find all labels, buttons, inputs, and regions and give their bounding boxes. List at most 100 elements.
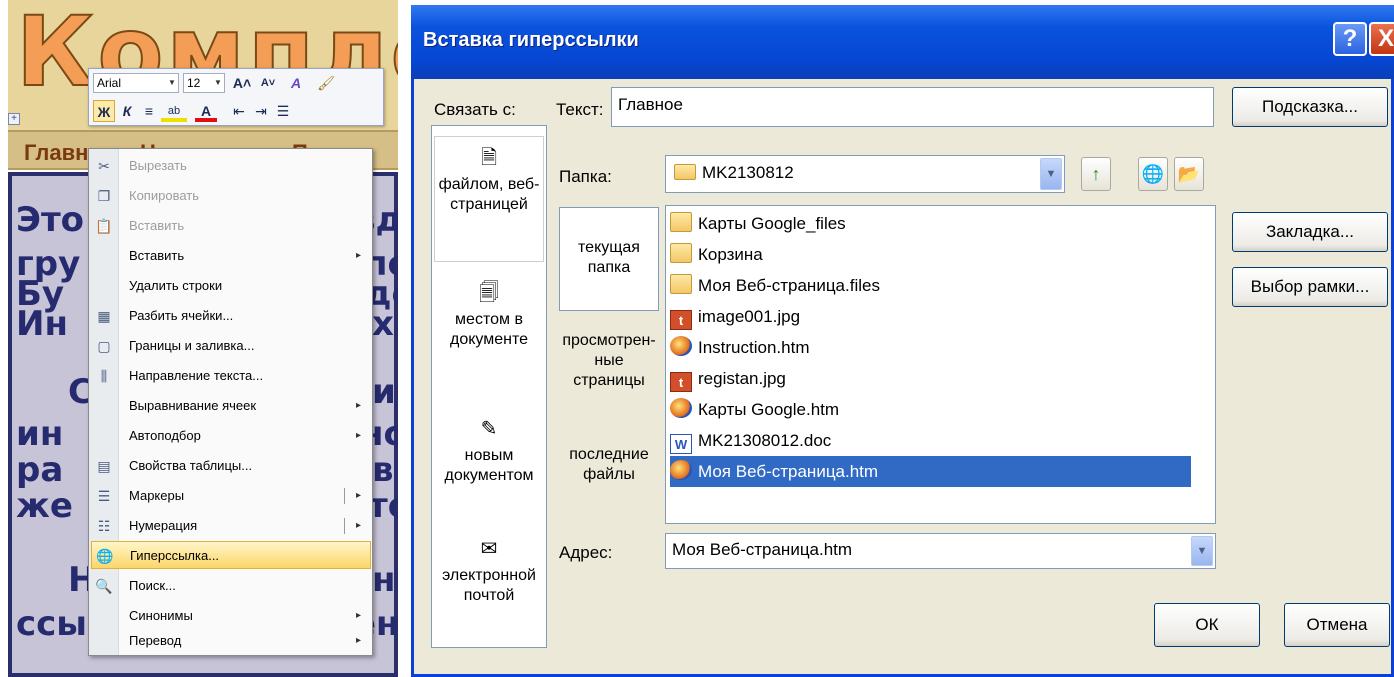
menu-item-label: Копировать [129,188,199,203]
format-painter-icon[interactable]: 🖌 [315,72,337,94]
shrink-font-button[interactable]: A˅ [257,72,279,94]
place-existing-file[interactable]: 🗎 файлом, веб-страницей [434,136,544,262]
current-folder-tab[interactable]: текущая папка [559,207,659,311]
insert-hyperlink-dialog: Вставка гиперссылки ? X Связать с: Текст… [411,5,1394,677]
image-file-icon: t [670,372,692,392]
font-size-combo[interactable]: 12 ▼ [183,73,225,93]
mini-toolbar: Arial ▼ 12 ▼ A˄ A˅ A 🖌 Ж К ≡ ab A ⇤ ⇥ ☰ [88,68,384,126]
place-in-document-icon: 🗐 [479,282,499,304]
list-item[interactable]: Карты Google_files [670,208,1191,239]
list-item[interactable]: Instruction.htm [670,332,1191,363]
address-combo[interactable]: Моя Веб-страница.htm ▼ [665,533,1216,569]
bullets-button[interactable]: ☰ [273,100,293,122]
chevron-down-icon[interactable]: ▼ [1191,536,1213,566]
title-bar[interactable]: Вставка гиперссылки ? X [411,5,1394,79]
place-in-document[interactable]: 🗐 местом в документе [434,280,544,380]
list-item[interactable]: t image001.jpg [670,301,1191,332]
address-label: Адрес: [559,543,613,562]
cancel-button[interactable]: Отмена [1284,603,1390,647]
folder-label: Папка: [559,167,612,186]
menu-item-translate[interactable]: Перевод ▸ [91,627,371,655]
target-frame-button[interactable]: Выбор рамки... [1232,267,1388,307]
folder-combo[interactable]: MK2130812 ▼ [665,155,1065,193]
menu-item-label: Автоподбор [129,428,201,443]
doc-text: же [16,486,73,526]
font-color-button[interactable]: A [195,100,217,122]
menu-item-label: Разбить ячейки... [129,308,234,323]
menu-item-label: Направление текста... [129,368,264,383]
menu-item-borders-shading[interactable]: ▢ Границы и заливка... [91,332,371,360]
highlight-button[interactable]: ab [161,100,187,122]
firefox-icon [670,460,692,480]
place-new-document[interactable]: ✎ новым документом [434,416,544,516]
menu-item-copy[interactable]: ❐ Копировать [91,182,371,210]
menu-item-hyperlink[interactable]: 🌐 Гиперссылка... [91,541,371,569]
file-name: registan.jpg [698,369,786,388]
list-item[interactable]: W MK21308012.doc [670,425,1191,456]
list-item-selected[interactable]: Моя Веб-страница.htm [670,456,1191,487]
menu-item-table-properties[interactable]: ▤ Свойства таблицы... [91,452,371,480]
list-item[interactable]: Карты Google.htm [670,394,1191,425]
text-to-display-label: Текст: [556,100,604,119]
browsed-pages-tab[interactable]: просмотрен-ные страницы [559,331,659,401]
increase-indent-button[interactable]: ⇥ [251,100,271,122]
menu-item-label: Выравнивание ячеек [129,398,257,413]
menu-item-delete-rows[interactable]: Удалить строки [91,272,371,300]
menu-item-cell-alignment[interactable]: Выравнивание ячеек ▸ [91,392,371,420]
menu-item-text-direction[interactable]: ⫼ Направление текста... [91,362,371,390]
bold-button[interactable]: Ж [93,100,115,122]
list-item[interactable]: Корзина [670,239,1191,270]
bullets-icon: ☰ [97,488,111,504]
table-move-handle-icon[interactable]: + [8,113,20,125]
file-list: Карты Google_files Корзина Моя Веб-стран… [665,205,1216,524]
word-document-area: Комплекс Главное Новости Погода + Это вд… [8,0,398,677]
menu-item-paste[interactable]: 📋 Вставить [91,212,371,240]
browse-web-button[interactable]: 🌐 [1138,157,1168,191]
menu-item-bullets[interactable]: ☰ Маркеры ▸ [91,482,371,510]
menu-item-find[interactable]: 🔍 Поиск... [91,572,371,600]
up-one-folder-button[interactable]: ↑ [1081,157,1111,191]
image-file-icon: t [670,310,692,330]
file-name: Моя Веб-страница.files [698,276,880,295]
screentip-button[interactable]: Подсказка... [1232,87,1388,127]
text-to-display-input[interactable]: Главное [611,87,1214,127]
submenu-arrow-icon: ▸ [355,430,361,441]
decrease-indent-button[interactable]: ⇤ [229,100,249,122]
recent-files-tab[interactable]: последние файлы [559,445,659,505]
menu-item-split-cells[interactable]: ▦ Разбить ячейки... [91,302,371,330]
doc-text: ра [16,450,64,490]
paste-icon: 📋 [95,218,113,234]
menu-item-synonyms[interactable]: Синонимы ▸ [91,602,371,630]
menu-item-autofit[interactable]: Автоподбор ▸ [91,422,371,450]
list-item[interactable]: Моя Веб-страница.files [670,270,1191,301]
split-divider [344,518,345,534]
text-direction-icon: ⫼ [100,368,108,384]
text-to-display-value: Главное [618,95,683,114]
font-name-combo[interactable]: Arial ▼ [93,73,179,93]
dialog-title: Вставка гиперссылки [423,29,639,51]
submenu-arrow-icon: ▸ [355,400,361,411]
doc-text: х [372,304,394,344]
chevron-down-icon: ▼ [168,78,176,87]
bookmark-button[interactable]: Закладка... [1232,212,1388,252]
menu-item-cut[interactable]: ✂ Вырезать [91,152,371,180]
styles-button[interactable]: A [285,72,307,94]
menu-item-label: Гиперссылка... [130,548,220,563]
ok-button[interactable]: ОК [1154,603,1260,647]
submenu-arrow-icon: ▸ [355,610,361,621]
submenu-arrow-icon[interactable]: ▸ [356,512,361,540]
menu-item-label: Свойства таблицы... [129,458,253,473]
close-button[interactable]: X [1369,22,1394,56]
center-align-button[interactable]: ≡ [139,100,159,122]
menu-item-numbering[interactable]: ☷ Нумерация ▸ [91,512,371,540]
chevron-down-icon[interactable]: ▼ [1040,158,1062,190]
place-label: новым документом [444,447,534,484]
italic-button[interactable]: К [117,100,137,122]
browse-file-button[interactable]: 📂 [1174,157,1204,191]
grow-font-button[interactable]: A˄ [231,72,253,94]
menu-item-insert[interactable]: Вставить ▸ [91,242,371,270]
help-button[interactable]: ? [1333,22,1367,56]
list-item[interactable]: t registan.jpg [670,363,1191,394]
place-email[interactable]: ✉ электронной почтой [434,536,544,636]
submenu-arrow-icon[interactable]: ▸ [356,482,361,510]
